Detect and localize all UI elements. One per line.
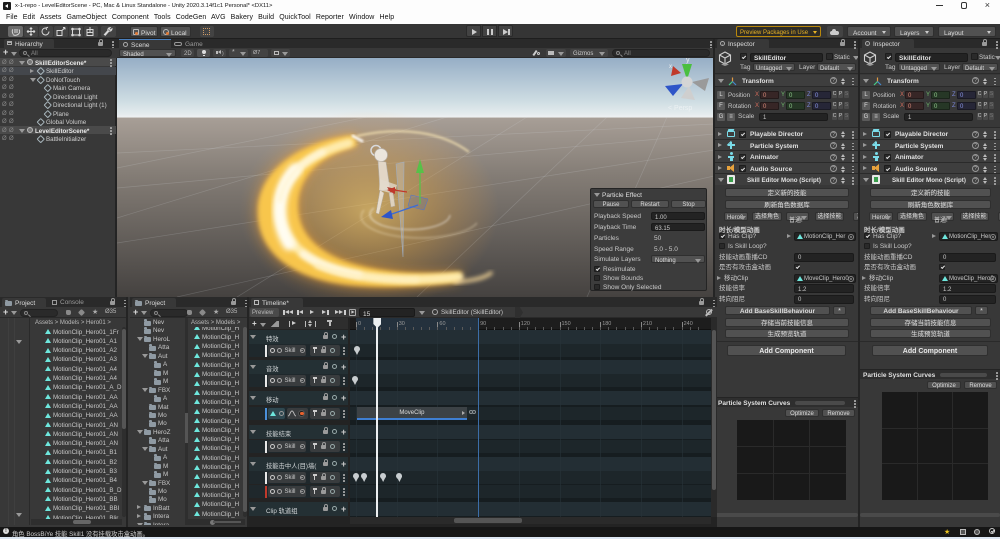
svg-text:y: y [686,58,690,64]
svg-text:x: x [669,64,672,70]
svg-text:< Persp: < Persp [668,105,692,112]
